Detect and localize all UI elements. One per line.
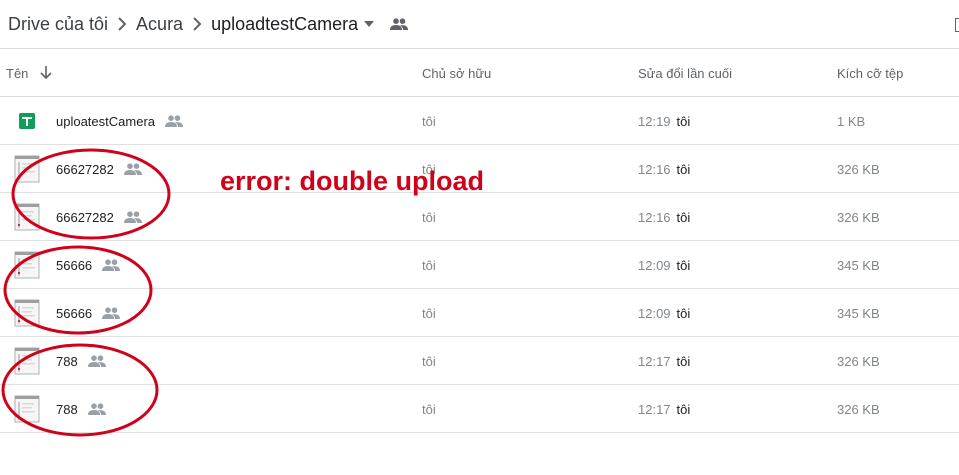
breadcrumb-current-folder[interactable]: uploadtestCamera [211, 14, 358, 35]
file-size: 326 KB [837, 209, 880, 225]
chevron-right-icon [183, 17, 211, 31]
file-modified-by: tôi [676, 257, 691, 273]
file-modified-time: 12:09 [638, 305, 671, 321]
file-modified-time: 12:09 [638, 257, 671, 273]
file-modified: 12:09 tôi [638, 241, 690, 289]
file-modified-time: 12:16 [638, 209, 671, 225]
file-modified: 12:16 tôi [638, 145, 690, 193]
file-name[interactable]: 56666 [56, 289, 121, 337]
caret-down-icon[interactable] [364, 21, 375, 27]
file-modified-by: tôi [676, 305, 691, 321]
file-modified-by: tôi [676, 401, 691, 417]
file-modified-time: 12:19 [638, 113, 671, 129]
file-modified: 12:16 tôi [638, 193, 690, 241]
shared-icon [87, 403, 106, 415]
column-header-size[interactable]: Kích cỡ tệp [837, 49, 903, 97]
file-size: 1 KB [837, 113, 866, 129]
column-header-name[interactable]: Tên [6, 49, 52, 97]
file-name-text: 788 [56, 401, 78, 417]
file-modified-by: tôi [676, 353, 691, 369]
file-name[interactable]: 788 [56, 337, 106, 385]
file-name-text: 56666 [56, 305, 93, 321]
file-size: 345 KB [837, 257, 880, 273]
file-owner: tôi [422, 305, 436, 321]
file-modified-time: 12:17 [638, 353, 671, 369]
file-name[interactable]: 66627282 [56, 145, 142, 193]
file-owner: tôi [422, 401, 436, 417]
file-list-header: Tên Chủ sở hữu Sửa đổi lần cuối Kích cỡ … [0, 49, 959, 97]
file-name-text: uploatestCamera [56, 113, 155, 129]
shared-folder-icon[interactable] [390, 18, 409, 30]
file-modified: 12:17 tôi [638, 337, 690, 385]
file-row[interactable]: uploatestCamera tôi 12:19 tôi 1 KB [0, 97, 959, 145]
breadcrumb: Drive của tôi Acura uploadtestCamera [0, 0, 959, 49]
annotation-text: error: double upload [220, 166, 485, 196]
file-size: 326 KB [837, 353, 880, 369]
sheet-icon [14, 107, 40, 135]
file-name-text: 66627282 [56, 209, 114, 225]
file-row[interactable]: 788 tôi 12:17 tôi 326 KB [0, 385, 959, 433]
chevron-right-icon [108, 17, 136, 31]
file-owner: tôi [422, 113, 436, 129]
file-row[interactable]: 788 tôi 12:17 tôi 326 KB [0, 337, 959, 385]
breadcrumb-my-drive[interactable]: Drive của tôi [8, 14, 108, 35]
shared-icon [87, 355, 106, 367]
column-name-label: Tên [6, 65, 29, 81]
file-row[interactable]: 56666 tôi 12:09 tôi 345 KB [0, 241, 959, 289]
details-panel-edge[interactable] [955, 18, 959, 32]
file-modified: 12:19 tôi [638, 97, 690, 145]
file-name[interactable]: 56666 [56, 241, 121, 289]
file-owner: tôi [422, 209, 436, 225]
sort-arrow-down-icon[interactable] [40, 66, 52, 80]
file-modified-by: tôi [676, 161, 691, 177]
shared-icon [123, 211, 142, 223]
file-name[interactable]: 788 [56, 385, 106, 433]
file-row[interactable]: 66627282 tôi 12:16 tôi 326 KB [0, 193, 959, 241]
file-row[interactable]: 56666 tôi 12:09 tôi 345 KB [0, 289, 959, 337]
image-file-icon [14, 155, 40, 183]
file-owner: tôi [422, 257, 436, 273]
image-file-icon [14, 251, 40, 279]
file-owner: tôi [422, 353, 436, 369]
image-file-icon [14, 203, 40, 231]
file-modified-time: 12:17 [638, 401, 671, 417]
file-name[interactable]: 66627282 [56, 193, 142, 241]
file-name[interactable]: uploatestCamera [56, 97, 183, 145]
file-modified-by: tôi [676, 113, 691, 129]
file-modified: 12:09 tôi [638, 289, 690, 337]
image-file-icon [14, 395, 40, 423]
image-file-icon [14, 347, 40, 375]
file-size: 326 KB [837, 401, 880, 417]
breadcrumb-acura[interactable]: Acura [136, 14, 183, 35]
file-modified-by: tôi [676, 209, 691, 225]
file-modified-time: 12:16 [638, 161, 671, 177]
shared-icon [102, 259, 121, 271]
column-header-owner[interactable]: Chủ sở hữu [422, 49, 491, 97]
file-name-text: 56666 [56, 257, 93, 273]
image-file-icon [14, 299, 40, 327]
shared-icon [123, 163, 142, 175]
file-name-text: 788 [56, 353, 78, 369]
file-name-text: 66627282 [56, 161, 114, 177]
shared-icon [165, 115, 183, 127]
column-header-modified[interactable]: Sửa đổi lần cuối [638, 49, 732, 97]
shared-icon [102, 307, 121, 319]
file-size: 345 KB [837, 305, 880, 321]
file-modified: 12:17 tôi [638, 385, 690, 433]
file-size: 326 KB [837, 161, 880, 177]
